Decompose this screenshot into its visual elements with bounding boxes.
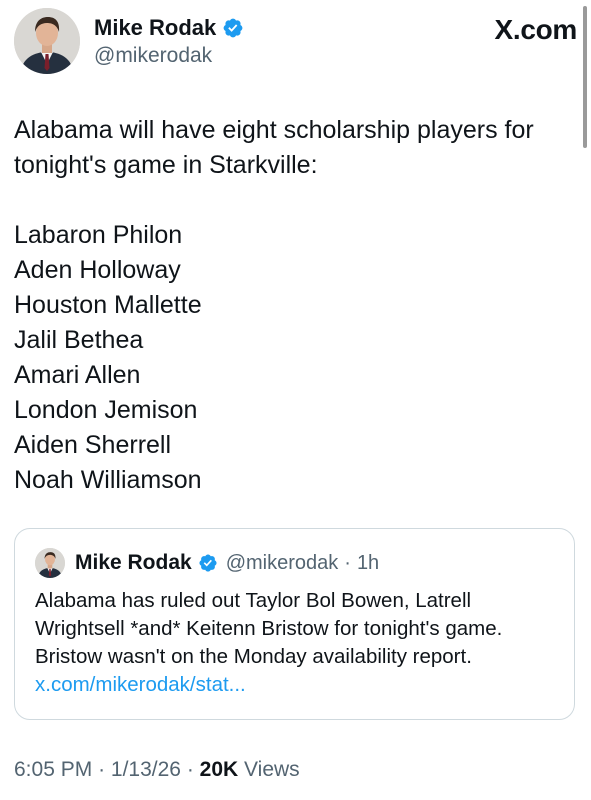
quoted-timestamp[interactable]: 1h <box>357 552 379 575</box>
author-avatar[interactable] <box>14 8 80 74</box>
tweet-header: Mike Rodak @mikerodak X.com <box>14 8 577 74</box>
quoted-tweet-text: Alabama has ruled out Taylor Bol Bowen, … <box>35 589 503 668</box>
quoted-tweet-link[interactable]: x.com/mikerodak/stat... <box>35 671 246 699</box>
tweet-date[interactable]: 1/13/26 <box>111 758 181 781</box>
display-name-row: Mike Rodak <box>94 14 244 42</box>
player-list-item: Houston Mallette <box>14 291 202 319</box>
quoted-tweet-card[interactable]: Mike Rodak @mikerodak · 1h Alabama has r… <box>14 528 575 720</box>
tweet-meta: 6:05 PM · 1/13/26 · 20K Views <box>14 758 300 782</box>
views-count[interactable]: 20K <box>200 758 239 781</box>
player-list-item: Labaron Philon <box>14 221 183 249</box>
quoted-tweet-header: Mike Rodak @mikerodak · 1h <box>35 547 379 579</box>
quoted-author-avatar[interactable] <box>35 548 65 578</box>
meta-separator: · <box>98 758 106 781</box>
views-label[interactable]: Views <box>244 758 300 781</box>
player-list-item: Noah Williamson <box>14 466 202 494</box>
quoted-author-handle[interactable]: @mikerodak <box>226 552 339 575</box>
quoted-separator: · <box>344 551 351 574</box>
author-name-block: Mike Rodak @mikerodak <box>94 14 244 68</box>
verified-badge-icon[interactable] <box>222 17 244 39</box>
tweet-time[interactable]: 6:05 PM <box>14 758 92 781</box>
player-list-item: Aiden Sherrell <box>14 431 172 459</box>
player-list-item: London Jemison <box>14 396 198 424</box>
player-list: Labaron Philon Aden Holloway Houston Mal… <box>14 218 571 498</box>
tweet-text: Alabama will have eight scholarship play… <box>14 113 571 498</box>
player-list-item: Aden Holloway <box>14 256 181 284</box>
scrollbar[interactable] <box>583 6 587 148</box>
x-com-logo: X.com <box>494 14 577 45</box>
player-list-item: Amari Allen <box>14 361 141 389</box>
author-display-name[interactable]: Mike Rodak <box>94 15 216 41</box>
author-handle[interactable]: @mikerodak <box>94 44 244 68</box>
player-list-item: Jalil Bethea <box>14 326 144 354</box>
tweet-intro: Alabama will have eight scholarship play… <box>14 116 534 179</box>
quoted-author-display-name[interactable]: Mike Rodak <box>75 551 192 575</box>
meta-separator: · <box>186 758 194 781</box>
quoted-verified-badge-icon <box>198 553 218 573</box>
